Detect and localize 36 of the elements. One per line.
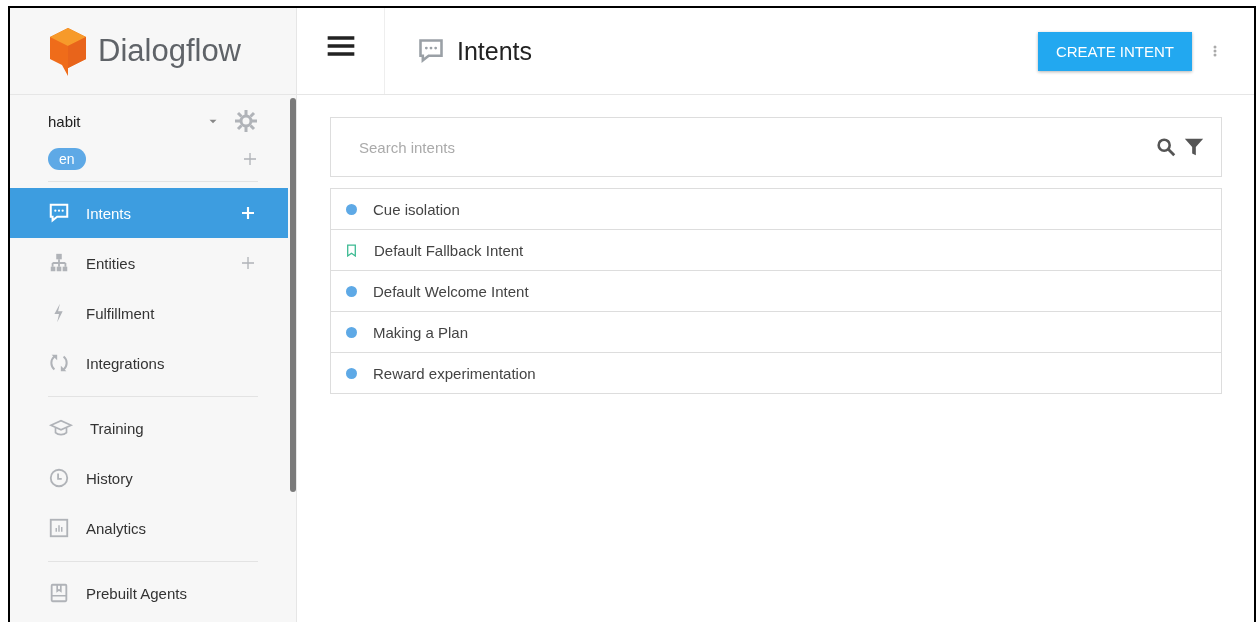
chat-bubble-icon	[417, 37, 445, 65]
sidebar-item[interactable]: Integrations	[10, 338, 288, 388]
add-icon[interactable]	[240, 255, 256, 271]
search-input[interactable]: Search intents	[357, 131, 1149, 163]
add-language-icon[interactable]	[242, 151, 258, 167]
intent-row[interactable]: Default Fallback Intent	[331, 229, 1221, 270]
sync-icon	[48, 352, 70, 374]
intent-row[interactable]: Default Welcome Intent	[331, 270, 1221, 311]
bookmark-icon	[345, 243, 358, 257]
status-dot	[346, 367, 357, 379]
status-dot	[346, 326, 357, 338]
search-icon[interactable]	[1155, 136, 1177, 158]
sidebar-item[interactable]: Entities	[10, 238, 288, 288]
search-bar[interactable]: Search intents	[330, 117, 1222, 177]
status-dot	[346, 285, 357, 297]
book-icon	[48, 582, 70, 604]
status-dot	[346, 203, 357, 215]
sidebar-item[interactable]: Prebuilt Agents	[10, 568, 288, 618]
sidebar-item[interactable]: Analytics	[10, 503, 288, 553]
brand-name: Dialogflow	[98, 33, 241, 69]
sidebar-item[interactable]: History	[10, 453, 288, 503]
sidebar-item[interactable]: Fulfillment	[10, 288, 288, 338]
filter-icon[interactable]	[1183, 136, 1205, 158]
sidebar-item[interactable]: Training	[10, 403, 288, 453]
intent-row[interactable]: Making a Plan	[331, 311, 1221, 352]
bar-chart-icon	[48, 517, 70, 539]
clock-icon	[48, 467, 70, 489]
hierarchy-icon	[48, 252, 70, 274]
intent-row[interactable]: Cue isolation	[331, 189, 1221, 229]
scrollbar[interactable]	[290, 98, 296, 492]
cube-logo-icon	[48, 26, 88, 76]
intent-row[interactable]: Reward experimentation	[331, 352, 1221, 393]
chat-bubble-icon	[48, 202, 70, 224]
page-title: Intents	[457, 36, 534, 66]
agent-name: habit	[48, 112, 82, 130]
settings-icon[interactable]	[234, 109, 258, 133]
